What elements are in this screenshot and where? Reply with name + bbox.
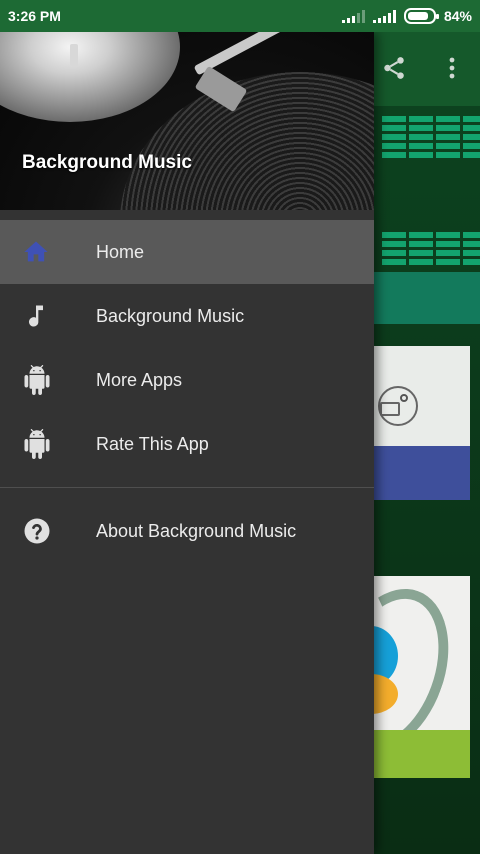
equalizer-graphic (374, 232, 480, 265)
drawer-item-more-apps[interactable]: More Apps (0, 348, 374, 412)
more-options-icon[interactable] (436, 52, 468, 84)
status-bar: 3:26 PM 84% (0, 0, 480, 32)
android-icon (0, 365, 96, 395)
banner-strip (374, 272, 480, 324)
drawer-item-label: About Background Music (96, 520, 297, 541)
turntable-spindle (70, 44, 78, 66)
navigation-drawer: Background Music Home Background Music M… (0, 32, 374, 854)
drawer-header: Background Music (0, 32, 374, 210)
equalizer-graphic (374, 116, 480, 158)
drawer-divider (0, 487, 374, 488)
music-note-icon (0, 302, 96, 330)
signal-strong-icon (372, 9, 396, 23)
card-footer (374, 446, 470, 500)
status-indicators: 84% (341, 8, 472, 24)
drawer-item-home[interactable]: Home (0, 220, 374, 284)
status-time: 3:26 PM (8, 8, 61, 24)
battery-icon (403, 8, 439, 24)
drawer-menu: Home Background Music More Apps Rate Thi… (0, 210, 374, 563)
vinyl-record-image (120, 72, 374, 210)
drawer-header-title: Background Music (22, 152, 192, 173)
turntable-image (0, 32, 180, 122)
help-icon (0, 516, 96, 546)
drawer-item-label: Background Music (96, 305, 245, 326)
content-card[interactable] (374, 346, 470, 500)
battery-percent: 84% (443, 8, 472, 24)
card-illustration (380, 402, 400, 416)
drawer-item-label: Rate This App (96, 433, 209, 454)
android-icon (0, 429, 96, 459)
home-icon (0, 238, 96, 266)
drawer-item-about[interactable]: About Background Music (0, 499, 374, 563)
card-illustration (400, 394, 408, 402)
battery-fill (407, 12, 429, 20)
tonearm-image (193, 32, 367, 76)
drawer-item-label: More Apps (96, 369, 183, 390)
signal-weak-icon (341, 9, 365, 23)
card-footer (374, 730, 470, 778)
drawer-item-background-music[interactable]: Background Music (0, 284, 374, 348)
drawer-item-label: Home (96, 241, 145, 262)
share-icon[interactable] (378, 52, 410, 84)
drawer-item-rate-this-app[interactable]: Rate This App (0, 412, 374, 476)
content-card[interactable] (374, 576, 470, 778)
